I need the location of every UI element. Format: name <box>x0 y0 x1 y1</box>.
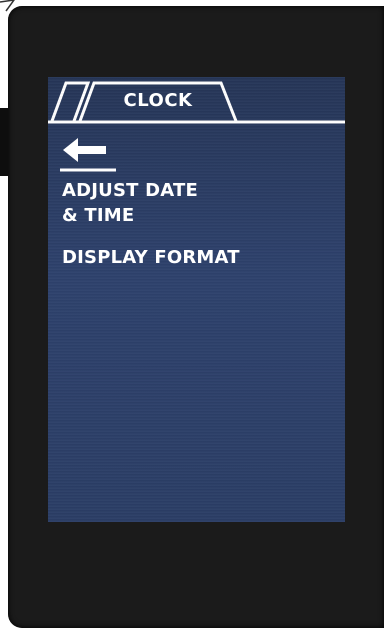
back-button[interactable] <box>60 136 116 172</box>
menu-item-label-line2: & TIME <box>62 205 135 226</box>
menu-item-label: DISPLAY FORMAT <box>62 247 240 268</box>
menu-item-display-format[interactable]: DISPLAY FORMAT <box>62 245 292 270</box>
menu-item-label-line1: ADJUST DATE <box>62 180 198 201</box>
page: CLOCK ADJUST DATE & TIME DISPLAY FORMAT <box>0 0 384 628</box>
tab-clock-title[interactable]: CLOCK <box>103 90 213 111</box>
device-bezel: CLOCK ADJUST DATE & TIME DISPLAY FORMAT <box>8 6 384 628</box>
display-screen: CLOCK ADJUST DATE & TIME DISPLAY FORMAT <box>48 77 345 522</box>
left-arrow-icon <box>60 138 116 172</box>
menu-item-adjust-date-time[interactable]: ADJUST DATE & TIME <box>62 178 262 228</box>
